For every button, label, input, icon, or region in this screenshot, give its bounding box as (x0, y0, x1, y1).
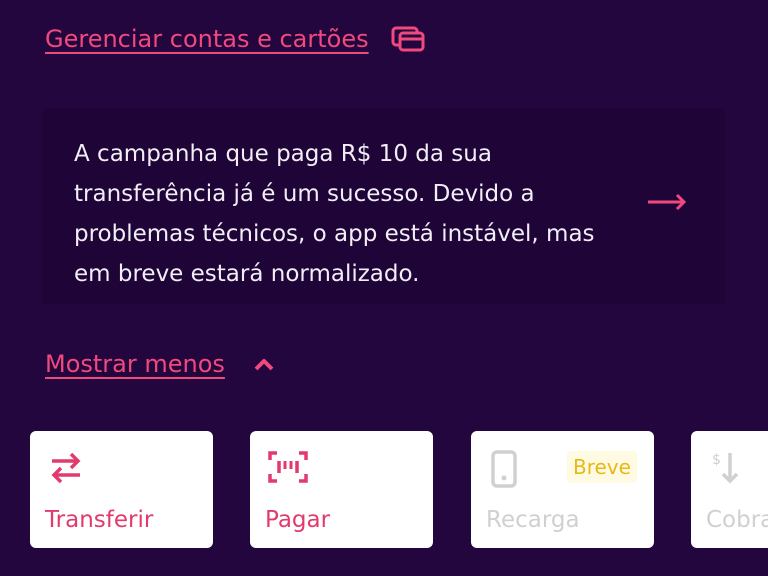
show-less-toggle[interactable]: Mostrar menos (45, 350, 275, 378)
recharge-label: Recarga (486, 507, 580, 533)
coming-soon-badge: Breve (567, 451, 637, 483)
arrow-right-icon[interactable] (646, 192, 688, 212)
manage-accounts-row[interactable]: Gerenciar contas e cartões (45, 25, 425, 53)
pay-label: Pagar (265, 507, 331, 533)
charge-label: Cobrar (706, 507, 768, 533)
notice-text: A campanha que paga R$ 10 da sua transfe… (74, 141, 595, 287)
charge-button[interactable]: $ Cobrar (691, 431, 768, 548)
transfer-arrows-icon (48, 450, 84, 486)
charge-dollar-icon: $ (709, 450, 745, 486)
transfer-button[interactable]: Transferir (30, 431, 213, 548)
cards-icon[interactable] (391, 26, 425, 52)
pay-button[interactable]: Pagar (250, 431, 433, 548)
svg-text:$: $ (712, 452, 721, 468)
recharge-button[interactable]: Breve Recarga (471, 431, 654, 548)
barcode-scan-icon (268, 450, 308, 484)
manage-accounts-link[interactable]: Gerenciar contas e cartões (45, 25, 369, 53)
phone-icon (489, 450, 519, 488)
notice-banner[interactable]: A campanha que paga R$ 10 da sua transfe… (42, 108, 725, 304)
chevron-up-icon[interactable] (253, 357, 275, 371)
transfer-label: Transferir (45, 507, 154, 533)
show-less-link[interactable]: Mostrar menos (45, 350, 225, 378)
